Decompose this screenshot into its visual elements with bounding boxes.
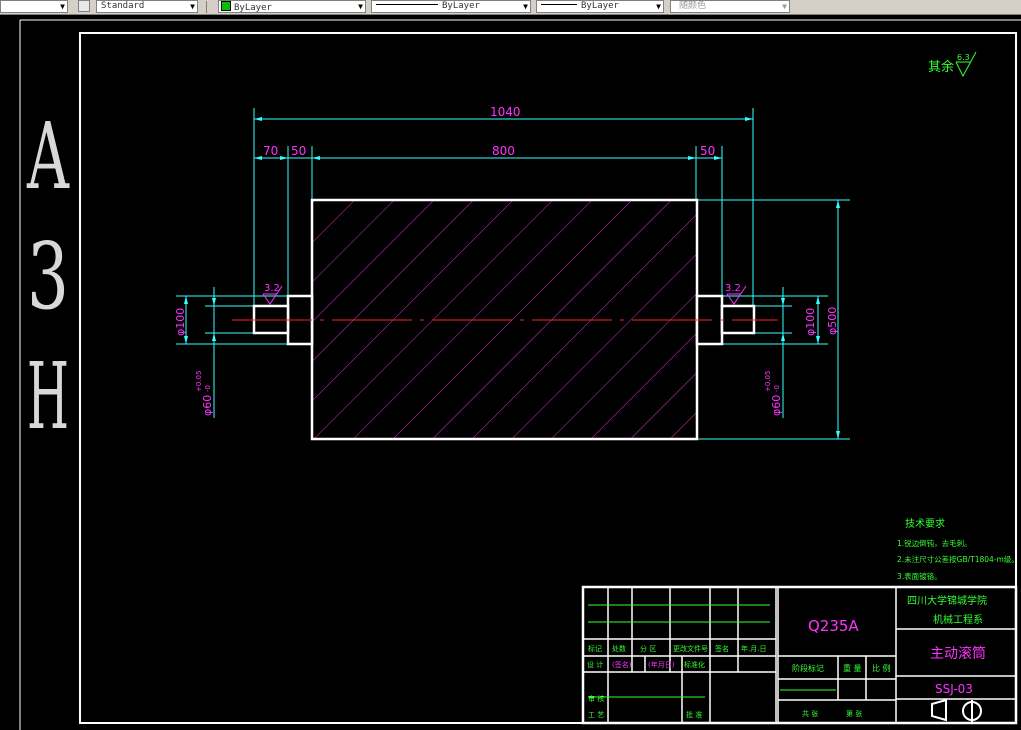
tb-label-mark: 标记 — [588, 644, 602, 653]
sheet-letter-3: 3 — [27, 223, 69, 330]
tb-label-zone: 分 区 — [640, 644, 656, 653]
text-style-icon[interactable] — [78, 0, 90, 12]
dim-drum-diameter: φ500 — [826, 307, 839, 335]
text-style-dropdown[interactable]: Standard ▼ — [96, 0, 198, 13]
dim-shaft-tol-low-left: -0 — [204, 385, 212, 392]
properties-toolbar: ▼ Standard ▼ ByLayer ▼ ByLayer ▼ ByLayer ▼ 随… — [0, 0, 1021, 15]
linetype-value: ByLayer — [442, 1, 480, 11]
roughness-shaft-right-value: 3.2 — [725, 283, 741, 294]
chevron-down-icon: ▼ — [656, 2, 661, 11]
tb-label-weight: 重 量 — [843, 663, 862, 673]
lineweight-dropdown[interactable]: ByLayer ▼ — [536, 0, 664, 13]
dim-shoulder-length-right: 50 — [700, 144, 715, 158]
tb-label-sign: 签名 — [715, 644, 729, 653]
toolbar-left-dropdown[interactable]: ▼ — [0, 0, 68, 13]
dim-shaft-tol-low-right: -0 — [773, 385, 781, 392]
tb-label-date: 年.月.日 — [741, 644, 766, 653]
title-part-name: 主动滚筒 — [930, 645, 986, 662]
lineweight-value: ByLayer — [581, 1, 619, 11]
tb-label-process: 工 艺 — [588, 711, 604, 719]
layer-color-swatch — [221, 1, 231, 11]
tech-requirement-item: 2.未注尺寸公差按GB/T1804-m级。 — [897, 554, 1019, 564]
chevron-down-icon: ▼ — [60, 2, 65, 11]
drawing-canvas[interactable]: A 3 H 其余 6.3 1040 70 50 800 50 φ500 φ100… — [0, 15, 1021, 730]
tech-requirements-title: 技术要求 — [905, 517, 945, 530]
layer-dropdown[interactable]: ByLayer ▼ — [218, 0, 366, 13]
dim-drum-length: 800 — [492, 144, 515, 158]
tb-label-change-doc: 更改文件号 — [673, 644, 708, 653]
chevron-down-icon: ▼ — [523, 2, 528, 11]
title-drawing-no: SSJ-03 — [935, 682, 973, 696]
color-dropdown[interactable]: 随颜色 ▼ — [670, 0, 790, 13]
dim-shaft-tol-left: +0.05 — [195, 371, 203, 392]
dim-shaft-diameter-right: φ60 — [770, 395, 783, 416]
dim-total-length: 1040 — [490, 105, 521, 119]
tb-label-approve: 批 准 — [686, 710, 702, 719]
tb-label-sheet-no: 第 张 — [846, 709, 862, 718]
color-value: 随颜色 — [679, 1, 707, 11]
tb-label-scale: 比 例 — [872, 663, 891, 673]
lineweight-preview-icon — [541, 4, 577, 5]
sheet-letter-a: A — [26, 103, 70, 210]
tb-label-date-paren: (年月日) — [648, 660, 675, 669]
title-material: Q235A — [808, 617, 859, 635]
linetype-preview-icon — [376, 4, 438, 5]
roughness-shaft-left-value: 3.2 — [264, 283, 280, 294]
title-department: 机械工程系 — [933, 613, 983, 626]
sheet-letter-h: H — [27, 343, 69, 450]
tb-label-standardize: 标准化 — [684, 660, 705, 669]
roughness-note: 其余 — [928, 59, 954, 75]
tb-label-review: 审 核 — [588, 694, 604, 703]
chevron-down-icon: ▼ — [358, 2, 363, 11]
tech-requirement-item: 3.表面镀铬。 — [897, 571, 942, 581]
tb-label-stage-mark: 阶段标记 — [792, 663, 824, 673]
tb-label-total-sheets: 共 张 — [802, 709, 818, 718]
dim-shaft-length: 70 — [263, 144, 278, 158]
dim-shaft-tol-right: +0.05 — [764, 371, 772, 392]
tech-requirement-item: 1.锐边倒钝，去毛刺。 — [897, 538, 972, 548]
tb-label-count: 处数 — [612, 644, 626, 653]
dim-shoulder-diameter-left: φ100 — [174, 308, 187, 336]
layer-value: ByLayer — [234, 3, 272, 13]
toolbar-separator — [206, 1, 207, 13]
chevron-down-icon: ▼ — [190, 2, 195, 11]
title-school: 四川大学锦城学院 — [907, 594, 987, 607]
dim-shoulder-diameter-right: φ100 — [804, 308, 817, 336]
tb-label-design: 设 计 — [587, 660, 603, 669]
tb-label-sign-paren: (签名) — [612, 660, 632, 669]
dim-shoulder-length-left: 50 — [291, 144, 306, 158]
linetype-dropdown[interactable]: ByLayer ▼ — [371, 0, 531, 13]
chevron-down-icon: ▼ — [782, 2, 787, 11]
roughness-general-value: 6.3 — [957, 53, 970, 62]
text-style-value: Standard — [101, 1, 145, 11]
dim-shaft-diameter-left: φ60 — [201, 395, 214, 416]
